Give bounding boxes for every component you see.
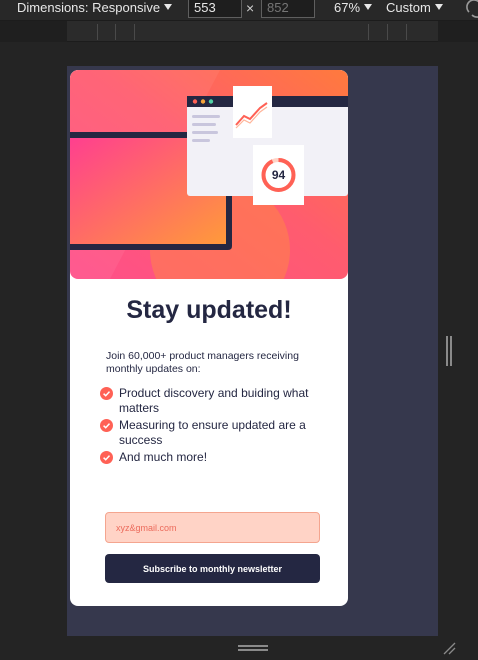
list-item: Measuring to ensure updated are a succes… bbox=[100, 418, 320, 448]
chevron-down-icon bbox=[434, 4, 443, 10]
chevron-down-icon bbox=[364, 4, 373, 10]
throttle-label: Custom bbox=[386, 0, 431, 15]
chevron-down-icon bbox=[164, 4, 173, 10]
email-field[interactable] bbox=[105, 512, 320, 543]
list-item: And much more! bbox=[100, 450, 320, 465]
media-query-bar bbox=[0, 20, 478, 42]
page-title: Stay updated! bbox=[126, 296, 292, 324]
check-icon bbox=[100, 387, 113, 400]
check-icon bbox=[100, 451, 113, 464]
ruler-tick bbox=[134, 24, 135, 40]
subscribe-button[interactable]: Subscribe to monthly newsletter bbox=[105, 554, 320, 583]
score-badge: 94 bbox=[271, 168, 286, 182]
hero-illustration: 94 bbox=[70, 70, 348, 279]
list-item-text: Product discovery and buiding what matte… bbox=[119, 386, 309, 415]
height-input[interactable] bbox=[261, 0, 315, 18]
throttle-dropdown[interactable]: Custom bbox=[386, 0, 443, 16]
ruler-tick bbox=[115, 24, 116, 40]
ruler-block bbox=[438, 21, 478, 42]
check-icon bbox=[100, 419, 113, 432]
list-item-text: And much more! bbox=[119, 450, 208, 464]
intro-text: Join 60,000+ product managers receiving … bbox=[106, 350, 299, 375]
ruler-tick bbox=[387, 24, 388, 40]
zoom-dropdown[interactable]: 67% bbox=[334, 0, 373, 16]
ruler-tick bbox=[406, 24, 407, 40]
ruler-tick bbox=[368, 24, 369, 40]
device-toolbar: Dimensions: Responsive × 67% Custom bbox=[0, 0, 478, 20]
width-input[interactable] bbox=[188, 0, 242, 18]
resize-corner-icon[interactable] bbox=[442, 641, 456, 655]
list-item: Product discovery and buiding what matte… bbox=[100, 386, 320, 416]
resize-handle-bottom[interactable] bbox=[238, 645, 268, 653]
zoom-label: 67% bbox=[334, 0, 361, 15]
dimensions-label: Dimensions: Responsive bbox=[17, 0, 161, 15]
times-separator: × bbox=[246, 0, 255, 16]
ruler-tick bbox=[97, 24, 98, 40]
ruler-block bbox=[0, 21, 67, 42]
rotate-icon[interactable] bbox=[465, 0, 478, 18]
benefits-list: Product discovery and buiding what matte… bbox=[100, 386, 320, 467]
list-item-text: Measuring to ensure updated are a succes… bbox=[119, 418, 306, 447]
resize-handle-right[interactable] bbox=[446, 336, 452, 366]
newsletter-card: 94 Stay updated! Join 60,000+ product ma… bbox=[70, 70, 348, 606]
dimensions-dropdown[interactable]: Dimensions: Responsive bbox=[17, 0, 173, 18]
